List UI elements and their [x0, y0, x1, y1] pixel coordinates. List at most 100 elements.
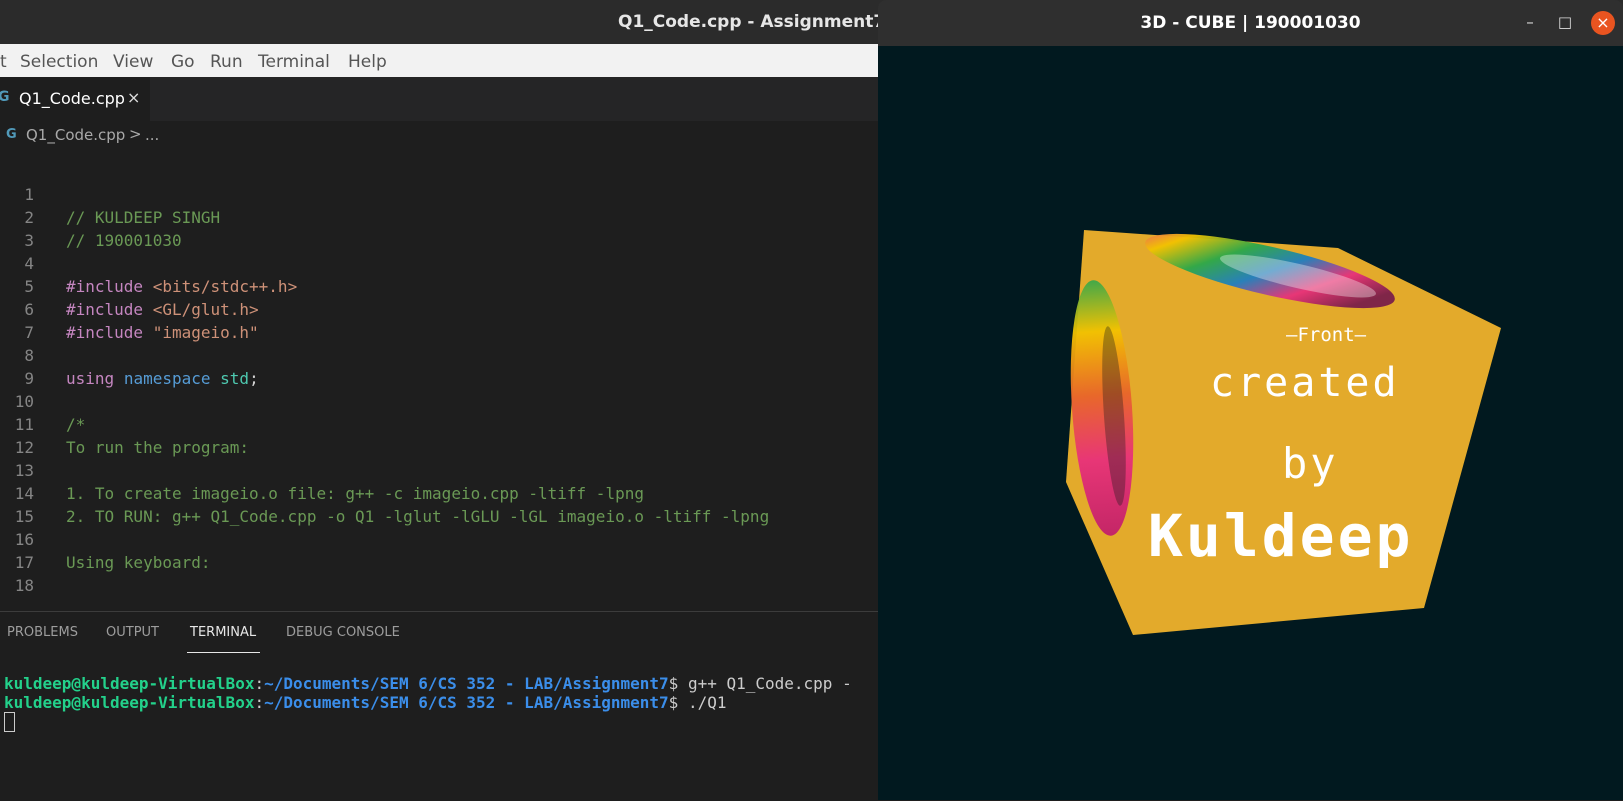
gl-canvas[interactable]: —Front— created by Kuldeep: [878, 46, 1623, 800]
include-keyword: #include: [66, 300, 144, 319]
cube-front-label: —Front—: [1286, 324, 1367, 346]
gl-window-title: 3D - CUBE | 190001030: [1140, 13, 1361, 33]
menu-item-edit-partial[interactable]: t: [0, 52, 7, 72]
cube-text-by: by: [1282, 439, 1339, 488]
minimize-icon[interactable]: –: [1520, 12, 1540, 32]
line-number: 4: [24, 254, 34, 273]
line-number: 2: [24, 208, 34, 227]
terminal-line: kuldeep@kuldeep-VirtualBox:~/Documents/S…: [4, 693, 726, 713]
namespace-keyword: namespace: [123, 369, 211, 388]
menu-item-go[interactable]: Go: [171, 52, 195, 72]
gl-titlebar[interactable]: 3D - CUBE | 190001030 – □ ×: [878, 0, 1623, 46]
include-path: <GL/glut.h>: [152, 300, 259, 319]
include-path: "imageio.h": [152, 323, 259, 342]
vscode-window-title: Q1_Code.cpp - Assignment7 -: [618, 12, 899, 32]
semicolon: ;: [249, 369, 259, 388]
vscode-menubar: t Selection View Go Run Terminal Help: [0, 44, 880, 77]
line-number: 1: [24, 185, 34, 204]
line-number: 18: [14, 576, 34, 595]
close-icon[interactable]: ×: [1591, 11, 1615, 35]
terminal-command: g++ Q1_Code.cpp -: [678, 674, 852, 693]
menu-item-terminal[interactable]: Terminal: [258, 52, 330, 72]
chevron-right-icon: >: [129, 125, 142, 143]
code-line: 5 #include <bits/stdc++.h>: [0, 277, 880, 300]
code-text: using namespace std;: [66, 369, 259, 388]
terminal-cursor[interactable]: [4, 712, 15, 732]
include-keyword: #include: [66, 277, 144, 296]
cpp-file-icon: G: [0, 89, 10, 105]
code-comment: Using keyboard:: [66, 553, 211, 572]
terminal-prompt: $: [668, 674, 679, 693]
code-line: 14 1. To create imageio.o file: g++ -c im…: [0, 484, 880, 507]
line-number: 16: [14, 530, 34, 549]
line-number: 9: [24, 369, 34, 388]
terminal-path: ~/Documents/SEM 6/CS 352 - LAB/Assignmen…: [264, 674, 669, 693]
code-editor[interactable]: 1 2 // KULDEEP SINGH 3 // 190001030 4 5 #in…: [0, 149, 880, 611]
code-line: 3 // 190001030: [0, 231, 880, 254]
tab-close-icon[interactable]: ×: [127, 88, 140, 107]
terminal-command: ./Q1: [678, 693, 727, 712]
panel-tab-debug-console[interactable]: DEBUG CONSOLE: [286, 625, 400, 640]
code-line: 9 using namespace std;: [0, 369, 880, 392]
line-number: 11: [14, 415, 34, 434]
breadcrumb-more[interactable]: ...: [145, 126, 159, 144]
terminal-sep: :: [254, 693, 265, 712]
std-namespace: std: [220, 369, 250, 388]
code-comment: /*: [66, 415, 86, 434]
code-comment: To run the program:: [66, 438, 250, 457]
code-line: 12 To run the program:: [0, 438, 880, 461]
menu-item-help[interactable]: Help: [348, 52, 387, 72]
line-number: 8: [24, 346, 34, 365]
editor-tab-q1-code[interactable]: G Q1_Code.cpp ×: [0, 77, 150, 121]
line-number: 17: [14, 553, 34, 572]
editor-tab-label: Q1_Code.cpp: [19, 89, 125, 108]
code-line: 1: [0, 185, 880, 208]
menu-item-selection[interactable]: Selection: [20, 52, 98, 72]
line-number: 7: [24, 323, 34, 342]
line-number: 6: [24, 300, 34, 319]
code-comment: 1. To create imageio.o file: g++ -c imag…: [66, 484, 644, 503]
menu-item-run[interactable]: Run: [210, 52, 243, 72]
code-line: 7 #include "imageio.h": [0, 323, 880, 346]
panel-tab-terminal[interactable]: TERMINAL: [190, 625, 256, 640]
line-number: 12: [14, 438, 34, 457]
maximize-icon[interactable]: □: [1555, 12, 1575, 32]
menu-item-view[interactable]: View: [113, 52, 153, 72]
terminal-path: ~/Documents/SEM 6/CS 352 - LAB/Assignmen…: [264, 693, 669, 712]
line-number: 15: [14, 507, 34, 526]
code-line: 8: [0, 346, 880, 369]
panel-tab-output[interactable]: OUTPUT: [106, 625, 159, 640]
code-line: 6 #include <GL/glut.h>: [0, 300, 880, 323]
active-tab-indicator: [187, 652, 260, 653]
code-text: #include "imageio.h": [66, 323, 259, 342]
code-line: 11 /*: [0, 415, 880, 438]
terminal-sep: :: [254, 674, 265, 693]
include-path: <bits/stdc++.h>: [152, 277, 298, 296]
terminal-prompt: $: [668, 693, 679, 712]
code-line: 15 2. TO RUN: g++ Q1_Code.cpp -o Q1 -lglu…: [0, 507, 880, 530]
terminal-line: kuldeep@kuldeep-VirtualBox:~/Documents/S…: [4, 674, 852, 694]
code-comment: // KULDEEP SINGH: [66, 208, 221, 227]
line-number: 10: [14, 392, 34, 411]
code-line: 16: [0, 530, 880, 553]
code-line: 2 // KULDEEP SINGH: [0, 208, 880, 231]
editor-tab-bar: G Q1_Code.cpp ×: [0, 77, 880, 121]
line-number: 3: [24, 231, 34, 250]
code-line: 10: [0, 392, 880, 415]
code-line: 4: [0, 254, 880, 277]
cube-render: —Front— created by Kuldeep: [1066, 230, 1501, 635]
code-text: #include <GL/glut.h>: [66, 300, 259, 319]
breadcrumb: G Q1_Code.cpp > ...: [0, 121, 880, 149]
line-number: 14: [14, 484, 34, 503]
code-text: #include <bits/stdc++.h>: [66, 277, 297, 296]
cube-text-created: created: [1210, 360, 1400, 406]
code-comment: 2. TO RUN: g++ Q1_Code.cpp -o Q1 -lglut …: [66, 507, 770, 526]
cube-text-kuldeep: Kuldeep: [1148, 502, 1413, 570]
code-line: 17 Using keyboard:: [0, 553, 880, 576]
terminal-user: kuldeep@kuldeep-VirtualBox: [4, 674, 255, 693]
panel-tab-problems[interactable]: PROBLEMS: [7, 625, 78, 640]
bottom-panel: PROBLEMS OUTPUT TERMINAL DEBUG CONSOLE k…: [0, 611, 880, 801]
line-number: 13: [14, 461, 34, 480]
breadcrumb-file[interactable]: Q1_Code.cpp: [26, 126, 125, 144]
code-line: 13: [0, 461, 880, 484]
